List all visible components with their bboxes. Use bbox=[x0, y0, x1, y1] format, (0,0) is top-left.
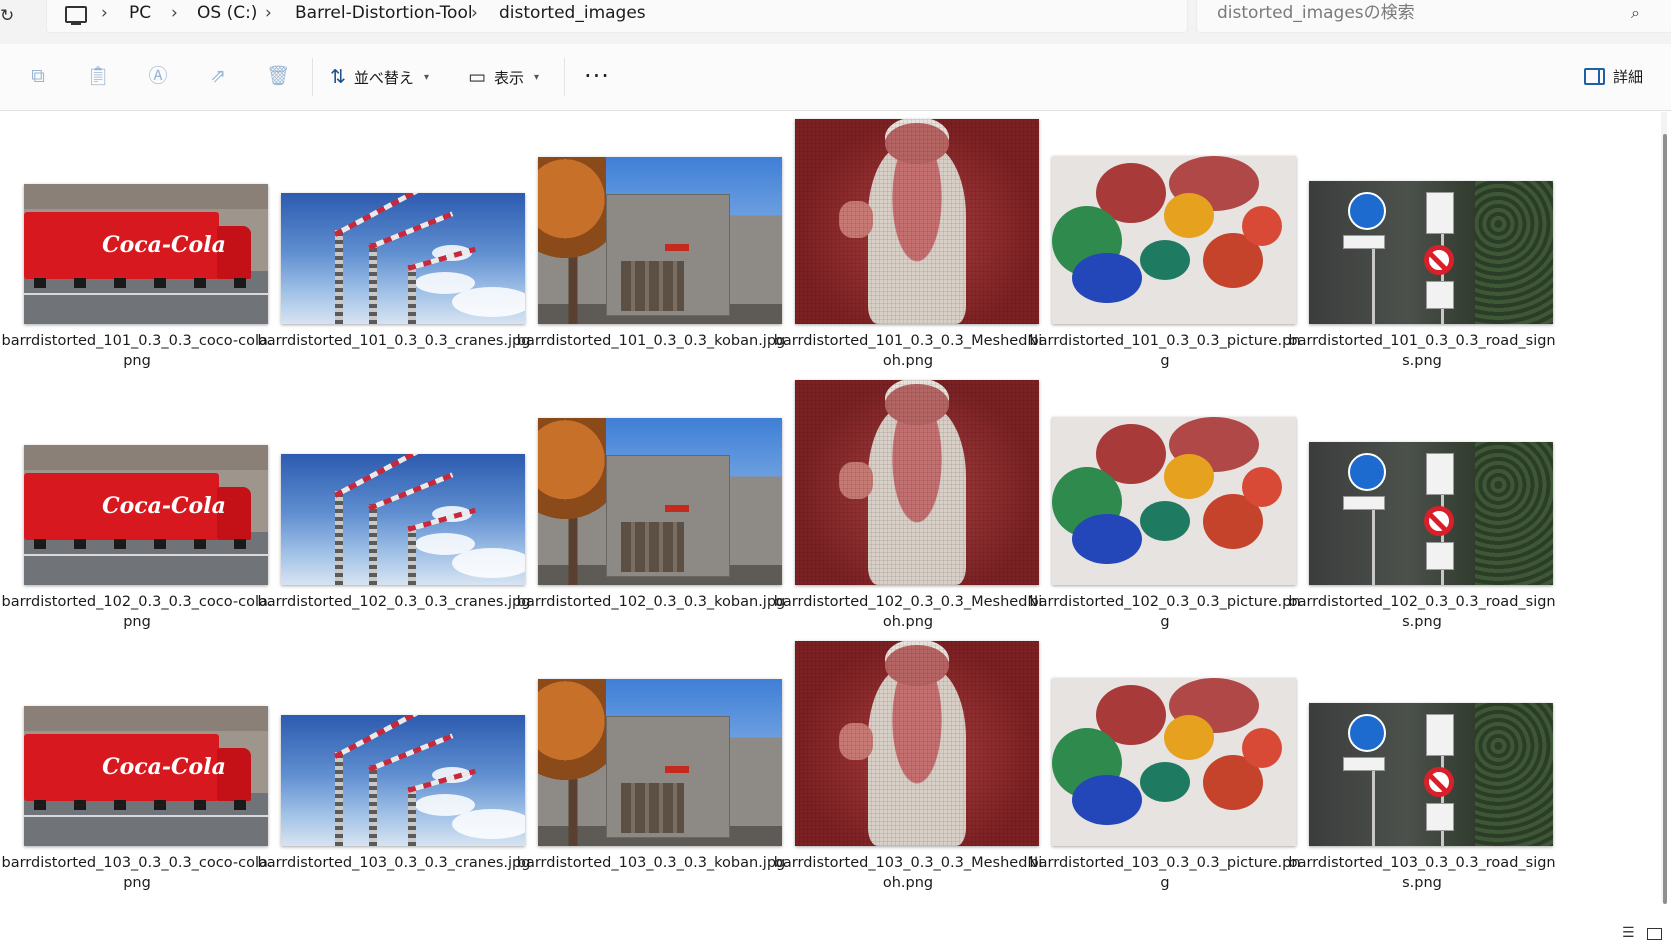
view-button[interactable]: ▭ 表示 ▾ bbox=[468, 64, 539, 90]
file-name: barrdistorted_101_0.3_0.3_koban.jpg bbox=[516, 333, 786, 349]
thumbnail bbox=[795, 641, 1039, 846]
thumbnail bbox=[281, 454, 525, 585]
sort-icon: ⇅ bbox=[330, 66, 346, 88]
scrollbar-thumb[interactable] bbox=[1663, 134, 1667, 904]
share-icon[interactable]: ⇗ bbox=[206, 64, 230, 88]
thumbnail bbox=[538, 157, 782, 324]
thumbnail: Coca‑Cola bbox=[24, 184, 268, 324]
file-name: barrdistorted_103_0.3_0.3_MeshedNioh.png bbox=[773, 855, 1043, 891]
file-item[interactable]: barrdistorted_102_0.3_0.3_MeshedNioh.png bbox=[771, 373, 1045, 633]
thumbnail bbox=[795, 119, 1039, 324]
file-name: barrdistorted_101_0.3_0.3_cranes.jpg bbox=[257, 333, 531, 349]
command-bar: ⧉ 📋︎ Ⓐ ⇗ 🗑︎ ⇅ 並べ替え ▾ ▭ 表示 ▾ ··· 詳細 bbox=[0, 44, 1671, 111]
chevron-right-icon[interactable]: › bbox=[471, 3, 478, 23]
file-item[interactable]: barrdistorted_102_0.3_0.3_koban.jpg bbox=[514, 373, 788, 633]
thumbnail bbox=[281, 193, 525, 324]
toolbar-divider bbox=[312, 58, 313, 96]
thumbnail bbox=[1052, 678, 1296, 846]
file-item[interactable]: barrdistorted_102_0.3_0.3_road_signs.png bbox=[1285, 373, 1559, 633]
file-item[interactable]: barrdistorted_102_0.3_0.3_picture.png bbox=[1028, 373, 1302, 633]
thumbnail bbox=[281, 715, 525, 846]
file-item[interactable]: barrdistorted_103_0.3_0.3_road_signs.png bbox=[1285, 634, 1559, 894]
file-name: barrdistorted_101_0.3_0.3_coco-cola.png bbox=[1, 333, 273, 369]
details-view-icon[interactable]: ☰ bbox=[1622, 925, 1635, 941]
address-row: ↻ › PC › OS (C:) › Barrel-Distortion-Too… bbox=[0, 0, 1671, 45]
file-name: barrdistorted_102_0.3_0.3_picture.png bbox=[1029, 594, 1301, 630]
thumbnail: Coca‑Cola bbox=[24, 706, 268, 846]
file-item[interactable]: barrdistorted_101_0.3_0.3_MeshedNioh.png bbox=[771, 112, 1045, 372]
file-item[interactable]: barrdistorted_101_0.3_0.3_picture.png bbox=[1028, 112, 1302, 372]
sort-button[interactable]: ⇅ 並べ替え ▾ bbox=[330, 64, 429, 90]
file-name: barrdistorted_103_0.3_0.3_cranes.jpg bbox=[257, 855, 531, 871]
file-item[interactable]: barrdistorted_103_0.3_0.3_koban.jpg bbox=[514, 634, 788, 894]
details-label: 詳細 bbox=[1613, 68, 1644, 86]
file-grid: Coca‑Cola barrdistorted_101_0.3_0.3_coco-… bbox=[0, 112, 1660, 922]
thumbnail bbox=[1052, 156, 1296, 324]
file-item[interactable]: barrdistorted_101_0.3_0.3_cranes.jpg bbox=[257, 112, 531, 372]
copy-icon[interactable]: ⧉ bbox=[26, 64, 50, 88]
file-name: barrdistorted_103_0.3_0.3_road_signs.png bbox=[1288, 855, 1556, 891]
paste-icon[interactable]: 📋︎ bbox=[86, 64, 110, 88]
thumbnail bbox=[795, 380, 1039, 585]
details-pane-icon bbox=[1584, 68, 1605, 85]
breadcrumb-drive[interactable]: OS (C:) bbox=[197, 3, 257, 23]
thumbnail bbox=[1309, 442, 1553, 585]
status-bar bbox=[0, 922, 1671, 942]
thumbnail: Coca‑Cola bbox=[24, 445, 268, 585]
thumbnail bbox=[1309, 703, 1553, 846]
refresh-icon[interactable]: ↻ bbox=[0, 4, 20, 28]
file-name: barrdistorted_102_0.3_0.3_koban.jpg bbox=[516, 594, 786, 610]
delete-icon[interactable]: 🗑︎ bbox=[266, 64, 290, 88]
file-item[interactable]: barrdistorted_101_0.3_0.3_koban.jpg bbox=[514, 112, 788, 372]
file-name: barrdistorted_102_0.3_0.3_road_signs.png bbox=[1288, 594, 1556, 630]
chevron-down-icon: ▾ bbox=[533, 71, 539, 83]
large-icons-view-icon[interactable] bbox=[1647, 928, 1662, 940]
file-name: barrdistorted_101_0.3_0.3_MeshedNioh.png bbox=[773, 333, 1043, 369]
toolbar-divider bbox=[564, 58, 565, 96]
file-item[interactable]: Coca‑Cola barrdistorted_101_0.3_0.3_coco-… bbox=[0, 112, 274, 372]
search-icon[interactable]: ⌕ bbox=[1631, 3, 1640, 23]
details-pane-button[interactable]: 詳細 bbox=[1584, 66, 1643, 87]
breadcrumb-current-folder[interactable]: distorted_images bbox=[499, 3, 646, 23]
file-name: barrdistorted_102_0.3_0.3_cranes.jpg bbox=[257, 594, 531, 610]
address-bar[interactable]: › PC › OS (C:) › Barrel-Distortion-Tool … bbox=[46, 0, 1188, 33]
chevron-down-icon: ▾ bbox=[423, 71, 429, 83]
view-icon: ▭ bbox=[468, 66, 486, 88]
view-label: 表示 bbox=[493, 68, 524, 87]
file-name: barrdistorted_101_0.3_0.3_road_signs.png bbox=[1288, 333, 1556, 369]
thumbnail bbox=[1052, 417, 1296, 585]
file-item[interactable]: barrdistorted_103_0.3_0.3_MeshedNioh.png bbox=[771, 634, 1045, 894]
file-item[interactable]: Coca‑Cola barrdistorted_102_0.3_0.3_coco-… bbox=[0, 373, 274, 633]
file-name: barrdistorted_102_0.3_0.3_coco-cola.png bbox=[1, 594, 273, 630]
computer-icon[interactable] bbox=[65, 6, 87, 25]
file-item[interactable]: barrdistorted_101_0.3_0.3_road_signs.png bbox=[1285, 112, 1559, 372]
more-options-button[interactable]: ··· bbox=[584, 62, 610, 90]
thumbnail bbox=[538, 418, 782, 585]
file-item[interactable]: barrdistorted_103_0.3_0.3_picture.png bbox=[1028, 634, 1302, 894]
file-item[interactable]: Coca‑Cola barrdistorted_103_0.3_0.3_coco-… bbox=[0, 634, 274, 894]
search-box[interactable]: ⌕ bbox=[1196, 0, 1671, 33]
file-name: barrdistorted_103_0.3_0.3_picture.png bbox=[1029, 855, 1301, 891]
file-name: barrdistorted_103_0.3_0.3_coco-cola.png bbox=[1, 855, 273, 891]
chevron-right-icon[interactable]: › bbox=[171, 3, 178, 23]
breadcrumb-tool-folder[interactable]: Barrel-Distortion-Tool bbox=[295, 3, 473, 23]
breadcrumb-pc[interactable]: PC bbox=[129, 3, 151, 23]
thumbnail bbox=[1309, 181, 1553, 324]
chevron-right-icon[interactable]: › bbox=[265, 3, 272, 23]
rename-icon[interactable]: Ⓐ bbox=[146, 64, 170, 88]
thumbnail bbox=[538, 679, 782, 846]
search-input[interactable] bbox=[1215, 2, 1599, 24]
file-name: barrdistorted_103_0.3_0.3_koban.jpg bbox=[516, 855, 786, 871]
sort-label: 並べ替え bbox=[353, 68, 414, 87]
file-item[interactable]: barrdistorted_102_0.3_0.3_cranes.jpg bbox=[257, 373, 531, 633]
file-item[interactable]: barrdistorted_103_0.3_0.3_cranes.jpg bbox=[257, 634, 531, 894]
file-name: barrdistorted_101_0.3_0.3_picture.png bbox=[1029, 333, 1301, 369]
chevron-right-icon[interactable]: › bbox=[101, 3, 108, 23]
file-name: barrdistorted_102_0.3_0.3_MeshedNioh.png bbox=[773, 594, 1043, 630]
